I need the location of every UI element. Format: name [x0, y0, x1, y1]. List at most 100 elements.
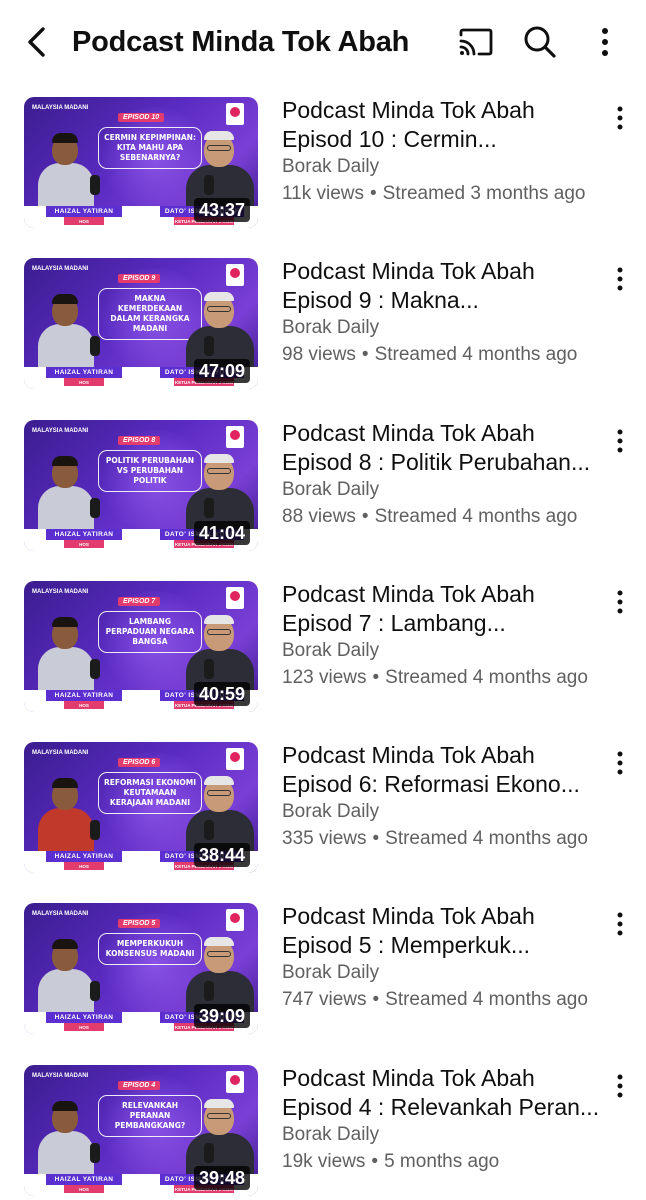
video-menu-button[interactable]	[604, 904, 636, 944]
channel-badge-icon	[226, 426, 244, 448]
video-item[interactable]: MALAYSIA MADANI EPISOD 9 Makna Kemerdeka…	[0, 245, 646, 395]
episode-tag: EPISOD 5	[118, 919, 161, 928]
video-title[interactable]: Podcast Minda Tok Abah Episod 4 : Releva…	[282, 1064, 602, 1122]
video-title[interactable]: Podcast Minda Tok Abah Episod 10 : Cermi…	[282, 96, 602, 154]
top-app-bar: Podcast Minda Tok Abah	[0, 0, 646, 84]
video-title[interactable]: Podcast Minda Tok Abah Episod 7 : Lamban…	[282, 580, 602, 638]
more-vertical-icon	[617, 429, 623, 453]
episode-tag: EPISOD 7	[118, 597, 161, 606]
host-role: HOS	[64, 862, 104, 870]
channel-name[interactable]: Borak Daily	[282, 477, 602, 503]
host-nameplate: HAIZAL YATIRAN	[46, 206, 122, 217]
host-nameplate: HAIZAL YATIRAN	[46, 529, 122, 540]
video-stats: 98 views • Streamed 4 months ago	[282, 341, 602, 369]
stream-date: Streamed 4 months ago	[374, 344, 578, 365]
back-button[interactable]	[18, 22, 54, 62]
view-count: 88 views	[282, 506, 356, 527]
more-vertical-icon	[602, 28, 608, 56]
separator-dot: •	[372, 667, 380, 688]
video-title-line2: Episod 5 : Memperkuk...	[282, 932, 530, 958]
view-count: 11k views	[282, 183, 365, 204]
more-options-button[interactable]	[585, 22, 625, 62]
video-meta: Podcast Minda Tok Abah Episod 9 : Makna.…	[282, 257, 602, 369]
video-menu-button[interactable]	[604, 582, 636, 622]
channel-name[interactable]: Borak Daily	[282, 315, 602, 341]
channel-name[interactable]: Borak Daily	[282, 1122, 602, 1148]
episode-tag: EPISOD 6	[118, 758, 161, 767]
channel-name[interactable]: Borak Daily	[282, 799, 602, 825]
host-figure	[38, 133, 94, 213]
video-thumbnail[interactable]: MALAYSIA MADANI EPISOD 9 Makna Kemerdeka…	[24, 258, 258, 389]
brand-logo: MALAYSIA MADANI	[32, 428, 89, 434]
video-item[interactable]: MALAYSIA MADANI EPISOD 4 Relevankah Pera…	[0, 1052, 646, 1200]
channel-badge-icon	[226, 264, 244, 286]
video-item[interactable]: MALAYSIA MADANI EPISOD 10 Cermin Kepimpi…	[0, 84, 646, 234]
cast-icon	[459, 28, 493, 56]
host-figure	[38, 294, 94, 374]
video-menu-button[interactable]	[604, 1066, 636, 1106]
host-nameplate: HAIZAL YATIRAN	[46, 1012, 122, 1023]
video-thumbnail[interactable]: MALAYSIA MADANI EPISOD 4 Relevankah Pera…	[24, 1065, 258, 1196]
host-figure	[38, 456, 94, 536]
more-vertical-icon	[617, 106, 623, 130]
separator-dot: •	[361, 506, 369, 527]
video-menu-button[interactable]	[604, 743, 636, 783]
channel-name[interactable]: Borak Daily	[282, 154, 602, 180]
video-item[interactable]: MALAYSIA MADANI EPISOD 8 Politik Perubah…	[0, 407, 646, 557]
separator-dot: •	[371, 1151, 379, 1172]
duration-badge: 40:59	[193, 682, 250, 706]
video-menu-button[interactable]	[604, 259, 636, 299]
microphone-icon	[204, 175, 214, 195]
video-meta: Podcast Minda Tok Abah Episod 8 : Politi…	[282, 419, 602, 531]
video-item[interactable]: MALAYSIA MADANI EPISOD 7 Lambang Perpadu…	[0, 568, 646, 718]
brand-logo: MALAYSIA MADANI	[32, 1073, 89, 1079]
separator-dot: •	[370, 183, 377, 204]
video-title[interactable]: Podcast Minda Tok Abah Episod 9 : Makna.…	[282, 257, 602, 315]
video-title-line2: Episod 10 : Cermin...	[282, 126, 497, 152]
host-role: HOS	[64, 217, 104, 225]
channel-name[interactable]: Borak Daily	[282, 960, 602, 986]
video-menu-button[interactable]	[604, 98, 636, 138]
separator-dot: •	[361, 344, 369, 365]
stream-date: Streamed 4 months ago	[385, 989, 588, 1010]
video-title-line1: Podcast Minda Tok Abah	[282, 581, 535, 607]
host-role: HOS	[64, 540, 104, 548]
search-icon	[524, 26, 556, 58]
microphone-icon	[204, 336, 214, 356]
episode-tag: EPISOD 8	[118, 436, 161, 445]
cast-button[interactable]	[456, 22, 496, 62]
stream-date: Streamed 4 months ago	[385, 828, 588, 849]
channel-name[interactable]: Borak Daily	[282, 638, 602, 664]
video-thumbnail[interactable]: MALAYSIA MADANI EPISOD 6 Reformasi Ekono…	[24, 742, 258, 873]
more-vertical-icon	[617, 912, 623, 936]
microphone-icon	[204, 820, 214, 840]
video-title[interactable]: Podcast Minda Tok Abah Episod 6: Reforma…	[282, 741, 602, 799]
video-title-line2: Episod 6: Reformasi Ekono...	[282, 771, 580, 797]
channel-badge-icon	[226, 1071, 244, 1093]
brand-logo: MALAYSIA MADANI	[32, 266, 89, 272]
video-thumbnail[interactable]: MALAYSIA MADANI EPISOD 10 Cermin Kepimpi…	[24, 97, 258, 228]
video-title[interactable]: Podcast Minda Tok Abah Episod 8 : Politi…	[282, 419, 602, 477]
channel-badge-icon	[226, 103, 244, 125]
host-role: HOS	[64, 1185, 104, 1193]
video-stats: 747 views • Streamed 4 months ago	[282, 986, 602, 1014]
microphone-icon	[90, 336, 100, 356]
duration-badge: 43:37	[193, 198, 250, 222]
video-title[interactable]: Podcast Minda Tok Abah Episod 5 : Memper…	[282, 902, 602, 960]
search-button[interactable]	[520, 22, 560, 62]
video-thumbnail[interactable]: MALAYSIA MADANI EPISOD 7 Lambang Perpadu…	[24, 581, 258, 712]
stream-date: Streamed 4 months ago	[374, 506, 578, 527]
video-thumbnail[interactable]: MALAYSIA MADANI EPISOD 8 Politik Perubah…	[24, 420, 258, 551]
video-item[interactable]: MALAYSIA MADANI EPISOD 6 Reformasi Ekono…	[0, 729, 646, 879]
video-meta: Podcast Minda Tok Abah Episod 6: Reforma…	[282, 741, 602, 853]
episode-tag: EPISOD 10	[118, 113, 165, 122]
brand-logo: MALAYSIA MADANI	[32, 589, 89, 595]
stream-date: Streamed 4 months ago	[385, 667, 588, 688]
view-count: 98 views	[282, 344, 356, 365]
video-item[interactable]: MALAYSIA MADANI EPISOD 5 Memperkukuh Kon…	[0, 890, 646, 1040]
microphone-icon	[204, 1143, 214, 1163]
video-thumbnail[interactable]: MALAYSIA MADANI EPISOD 5 Memperkukuh Kon…	[24, 903, 258, 1034]
video-menu-button[interactable]	[604, 421, 636, 461]
separator-dot: •	[372, 828, 380, 849]
more-vertical-icon	[617, 590, 623, 614]
